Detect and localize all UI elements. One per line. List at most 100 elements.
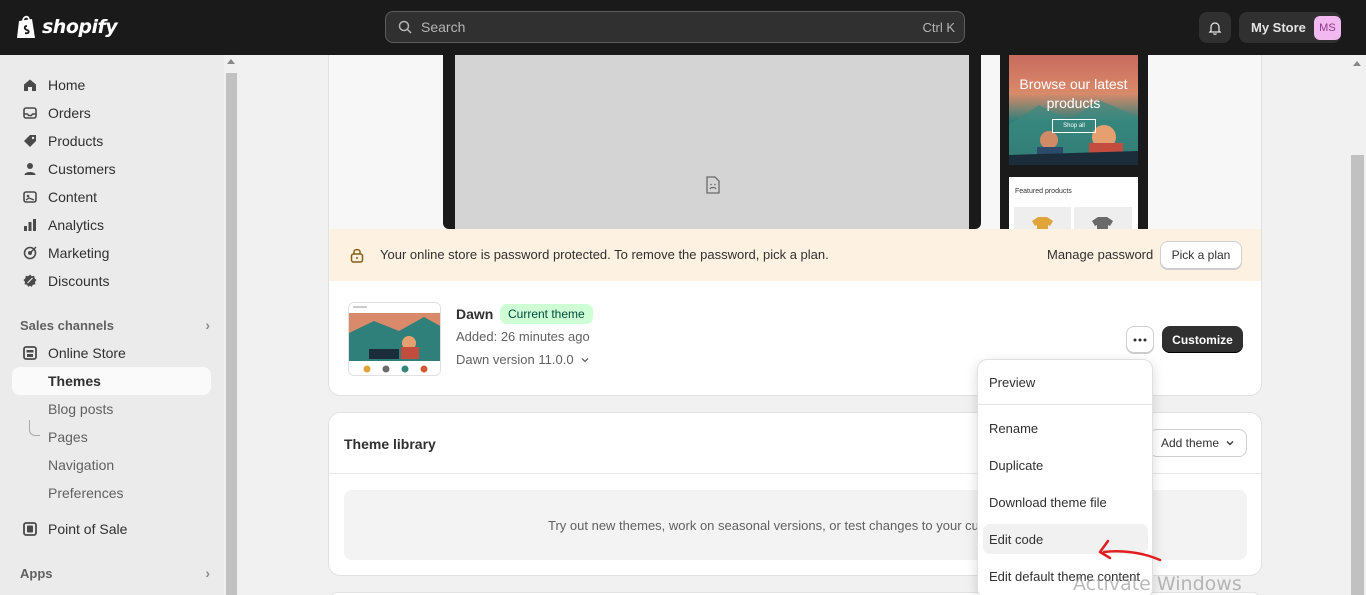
scrollbar-thumb[interactable] [1351, 155, 1364, 595]
sidebar-item-label: Online Store [48, 345, 126, 361]
menu-item-duplicate[interactable]: Duplicate [983, 450, 1148, 480]
sidebar-item-online-store[interactable]: Online Store [12, 339, 211, 367]
target-icon [22, 245, 38, 261]
sidebar-item-label: Products [48, 133, 104, 149]
search-input[interactable] [413, 19, 923, 35]
sidebar-item-content[interactable]: Content [12, 183, 211, 211]
sidebar-item-label: Blog posts [48, 401, 114, 417]
tag-icon [22, 133, 38, 149]
pos-icon [22, 521, 38, 537]
store-name: My Store [1251, 20, 1306, 35]
sidebar-item-analytics[interactable]: Analytics [12, 211, 211, 239]
search-shortcut: Ctrl K [922, 19, 956, 35]
featured-title: Featured products [1015, 188, 1072, 195]
content-icon [22, 189, 38, 205]
sales-channels-label: Sales channels [20, 317, 114, 333]
password-banner: Your online store is password protected.… [329, 229, 1261, 281]
sidebar-item-label: Navigation [48, 457, 115, 473]
sales-channels-heading[interactable]: Sales channels › [20, 317, 210, 333]
hero-shop-button: Shop all [1052, 119, 1096, 133]
sidebar-item-label: Preferences [48, 485, 124, 501]
store-menu-button[interactable]: My Store MS [1239, 12, 1341, 43]
sidebar-item-home[interactable]: Home [12, 71, 211, 99]
sidebar-item-label: Discounts [48, 273, 110, 289]
orders-icon [22, 105, 38, 121]
theme-version-label: Dawn version 11.0.0 [456, 352, 574, 367]
desktop-preview-screen [455, 55, 969, 229]
menu-item-preview[interactable]: Preview [983, 367, 1148, 397]
current-theme-card: Browse our latest products Shop all Feat… [328, 55, 1262, 396]
annotation-arrow-icon [1098, 539, 1162, 562]
home-icon [22, 77, 38, 93]
sidebar-item-label: Content [48, 189, 98, 205]
desktop-preview-frame [443, 55, 981, 229]
apps-heading[interactable]: Apps › [20, 565, 210, 581]
menu-item-label: Download theme file [989, 494, 1107, 510]
banner-text: Your online store is password protected.… [380, 247, 829, 262]
sidebar-item-label: Analytics [48, 217, 105, 233]
sidebar-item-products[interactable]: Products [12, 127, 211, 155]
pick-plan-button[interactable]: Pick a plan [1160, 241, 1242, 269]
search-bar[interactable]: Ctrl K [385, 11, 965, 43]
scroll-up-arrow-icon[interactable] [227, 59, 235, 64]
page-scrollbar[interactable] [1349, 55, 1366, 595]
more-actions-button[interactable] [1126, 326, 1154, 353]
chevron-down-icon [1226, 441, 1234, 446]
add-theme-label: Add theme [1160, 436, 1220, 450]
empty-state-text: Try out new themes, work on seasonal ver… [548, 518, 984, 533]
chevron-right-icon: › [205, 565, 210, 581]
sidebar: Home Orders Products Customers Content A… [0, 55, 224, 595]
sidebar-item-pages[interactable]: Pages [12, 423, 211, 451]
sidebar-item-preferences[interactable]: Preferences [12, 479, 211, 507]
theme-preview: Browse our latest products Shop all Feat… [329, 55, 1261, 229]
theme-thumbnail[interactable] [348, 302, 441, 376]
menu-item-download-theme-file[interactable]: Download theme file [983, 487, 1148, 517]
ellipsis-icon [1133, 338, 1147, 341]
sidebar-item-customers[interactable]: Customers [12, 155, 211, 183]
bell-icon [1208, 21, 1222, 35]
customize-button[interactable]: Customize [1162, 326, 1243, 353]
product-thumb [1074, 207, 1132, 229]
top-bar: shopify Ctrl K My Store MS [0, 0, 1366, 55]
manage-password-link[interactable]: Manage password [1047, 247, 1153, 262]
sidebar-item-label: Pages [48, 429, 88, 445]
lock-icon [350, 248, 364, 263]
shopify-bag-icon [17, 15, 35, 38]
product-thumb [1014, 207, 1071, 229]
scroll-up-arrow-icon[interactable] [1353, 61, 1361, 66]
sidebar-item-themes[interactable]: Themes [12, 367, 211, 395]
current-theme-badge: Current theme [500, 304, 593, 324]
activate-windows-watermark: Activate Windows [1073, 573, 1242, 595]
menu-item-label: Edit code [989, 531, 1044, 547]
menu-item-label: Preview [989, 374, 1036, 390]
sidebar-item-orders[interactable]: Orders [12, 99, 211, 127]
mobile-preview-frame: Browse our latest products Shop all Feat… [1000, 55, 1148, 229]
sidebar-scrollbar[interactable] [224, 55, 239, 595]
sidebar-item-point-of-sale[interactable]: Point of Sale [12, 515, 211, 543]
menu-item-label: Duplicate [989, 457, 1044, 473]
shopify-logo[interactable]: shopify [16, 14, 118, 40]
sidebar-item-discounts[interactable]: Discounts [12, 267, 211, 295]
sidebar-item-label: Marketing [48, 245, 110, 261]
theme-thumbnail-image [349, 303, 440, 373]
scrollbar-thumb[interactable] [226, 73, 237, 595]
mobile-divider [1009, 165, 1138, 177]
sidebar-item-label: Themes [48, 373, 101, 389]
avatar: MS [1313, 15, 1341, 40]
hero-banner: Browse our latest products Shop all [1009, 55, 1138, 165]
hero-title: Browse our latest products [1019, 76, 1128, 111]
sidebar-item-navigation[interactable]: Navigation [12, 451, 211, 479]
tshirt-icon [1092, 217, 1113, 229]
sidebar-item-marketing[interactable]: Marketing [12, 239, 211, 267]
sidebar-item-label: Customers [48, 161, 116, 177]
notifications-button[interactable] [1199, 12, 1231, 43]
tshirt-icon [1032, 217, 1053, 229]
chevron-right-icon: › [205, 317, 210, 333]
theme-added-time: Added: 26 minutes ago [456, 329, 590, 344]
sidebar-item-blog-posts[interactable]: Blog posts [12, 395, 211, 423]
sidebar-item-label: Point of Sale [48, 521, 128, 537]
add-theme-button[interactable]: Add theme [1149, 429, 1247, 457]
theme-version-toggle[interactable]: Dawn version 11.0.0 [456, 352, 590, 367]
menu-item-rename[interactable]: Rename [983, 413, 1148, 443]
theme-library-title: Theme library [344, 436, 436, 452]
